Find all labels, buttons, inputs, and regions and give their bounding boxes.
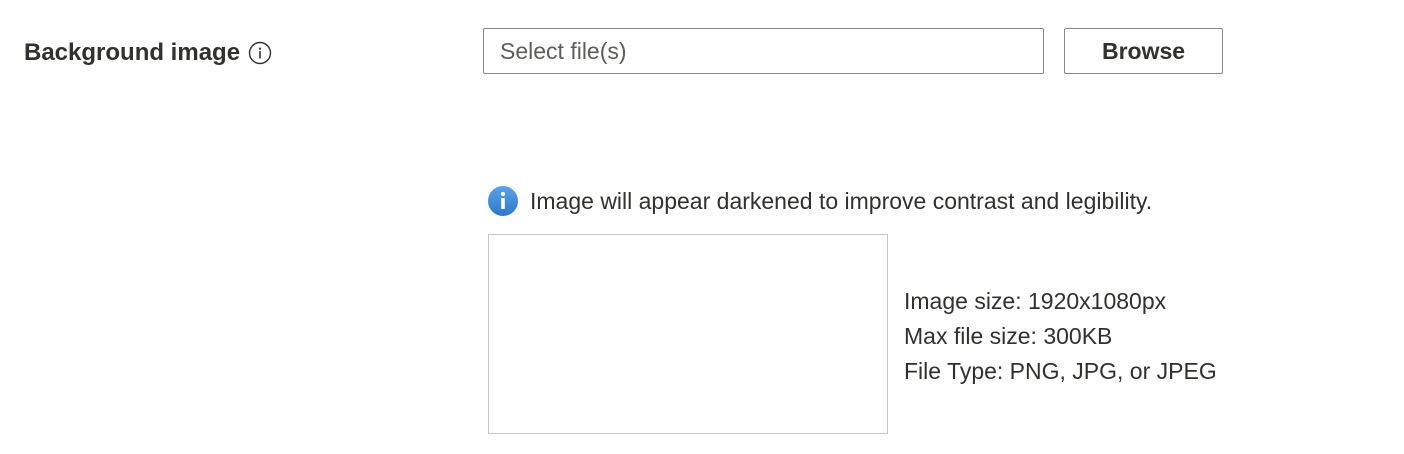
info-filled-icon [487,185,519,217]
image-size-text: Image size: 1920x1080px [904,288,1167,314]
file-requirements: Image size: 1920x1080px Max file size: 3… [904,284,1217,389]
file-select-input[interactable] [483,28,1044,74]
notice-text: Image will appear darkened to improve co… [530,187,1153,214]
info-outline-icon[interactable] [248,41,272,65]
max-file-size-text: Max file size: 300KB [904,323,1113,349]
background-image-label: Background image [24,36,272,70]
field-label-text: Background image [24,39,241,66]
darkened-notice: Image will appear darkened to improve co… [487,184,1152,218]
image-preview [488,234,888,434]
browse-button[interactable]: Browse [1064,28,1223,74]
file-type-text: File Type: PNG, JPG, or JPEG [904,358,1217,384]
